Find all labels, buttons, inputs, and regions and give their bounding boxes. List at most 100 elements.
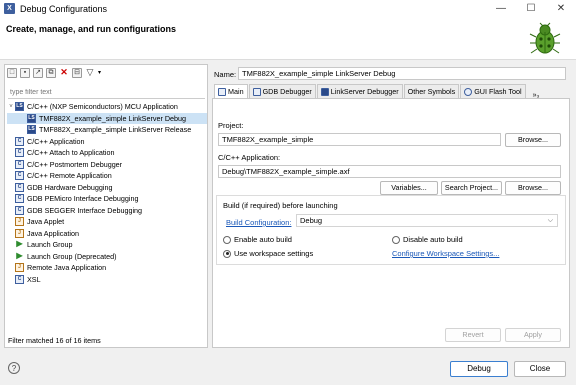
tree-item[interactable]: C C/C++ Remote Application xyxy=(7,170,207,182)
dialog-header: Create, manage, and run configurations xyxy=(0,18,576,60)
window-title: Debug Configurations xyxy=(20,4,108,14)
linkserver-tab-icon xyxy=(320,87,329,96)
use-workspace-settings-radio[interactable]: Use workspace settings xyxy=(223,249,313,258)
launch-config-type-icon: ▶ xyxy=(16,250,23,260)
tab-overflow-button[interactable]: »₃ xyxy=(533,84,540,99)
duplicate-icon[interactable]: ⧉ xyxy=(46,67,56,78)
name-label: Name: xyxy=(214,70,237,79)
tree-item[interactable]: C GDB Hardware Debugging xyxy=(7,182,207,194)
tree-item[interactable]: C C/C++ Attach to Application xyxy=(7,147,207,159)
tab-gdb-debugger[interactable]: GDB Debugger xyxy=(248,84,316,98)
export-icon[interactable]: ↗ xyxy=(33,67,43,78)
enable-auto-build-radio[interactable]: Enable auto build xyxy=(223,235,292,244)
project-field[interactable]: TMF882X_example_simple xyxy=(218,133,501,146)
tree-item-label: C/C++ Attach to Application xyxy=(27,148,115,158)
tree-item[interactable]: ˅ LS C/C++ (NXP Semiconductors) MCU Applic… xyxy=(7,101,207,113)
new-prototype-icon[interactable]: ▪ xyxy=(20,67,30,78)
tree-item[interactable]: C GDB SEGGER Interface Debugging xyxy=(7,205,207,217)
tree-item-label: C/C++ Remote Application xyxy=(27,171,112,181)
build-configuration-select[interactable]: Debug ⌵ xyxy=(296,214,558,227)
tree-item[interactable]: J Remote Java Application xyxy=(7,262,207,274)
tree-item[interactable]: LS TMF882X_example_simple LinkServer Debu… xyxy=(7,112,207,124)
java-config-type-icon: J xyxy=(15,217,24,227)
tree-item-label: C/C++ Postmortem Debugger xyxy=(27,159,123,169)
tree-item[interactable]: ▶ Launch Group (Deprecated) xyxy=(7,251,207,263)
config-tabs: Main GDB Debugger LinkServer Debugger Ot… xyxy=(214,84,566,99)
tab-linkserver-label: LinkServer Debugger xyxy=(330,87,399,96)
tab-main-label: Main xyxy=(228,87,244,96)
tree-item-label: GDB PEMicro Interface Debugging xyxy=(27,194,139,204)
tree-item-label: TMF882X_example_simple LinkServer Releas… xyxy=(39,125,192,135)
filter-status: Filter matched 16 of 16 items xyxy=(8,336,101,345)
tree-item-label: GDB Hardware Debugging xyxy=(27,182,113,192)
view-menu-chevron-icon[interactable]: ▾ xyxy=(98,69,101,76)
c-config-type-icon: C xyxy=(15,159,24,169)
tree-item-label: TMF882X_example_simple LinkServer Debug xyxy=(39,113,187,123)
minimize-button[interactable]: — xyxy=(486,0,516,18)
tree-item[interactable]: C C/C++ Postmortem Debugger xyxy=(7,159,207,171)
configure-workspace-link[interactable]: Configure Workspace Settings... xyxy=(392,249,499,258)
tree-item-label: XSL xyxy=(27,274,41,284)
close-window-button[interactable]: ✕ xyxy=(546,0,576,18)
c-config-type-icon: C xyxy=(15,194,24,204)
tab-gui-flash-tool[interactable]: GUI Flash Tool xyxy=(460,84,526,98)
tab-other-symbols[interactable]: Other Symbols xyxy=(403,84,460,98)
apply-button[interactable]: Apply xyxy=(505,328,561,342)
tree-toolbar: □ ▪ ↗ ⧉ ✕ ⊟ ▽ ▾ xyxy=(5,65,207,80)
tab-main[interactable]: Main xyxy=(214,84,248,98)
c-config-type-icon: C xyxy=(15,171,24,181)
build-configuration-link[interactable]: Build Configuration: xyxy=(226,218,291,227)
tree-item-label: Java Applet xyxy=(27,217,65,227)
name-field[interactable]: TMF882X_example_simple LinkServer Debug xyxy=(238,67,566,80)
main-tab-panel: Project: TMF882X_example_simple Browse..… xyxy=(212,98,570,348)
disable-auto-build-radio[interactable]: Disable auto build xyxy=(392,235,463,244)
filter-input[interactable] xyxy=(8,87,205,99)
debug-button[interactable]: Debug xyxy=(450,361,508,377)
main-tab-icon xyxy=(218,87,226,96)
browse-application-button[interactable]: Browse... xyxy=(505,181,561,195)
debug-bug-icon xyxy=(529,22,561,54)
tree-item-label: Launch Group (Deprecated) xyxy=(27,251,117,261)
ls-config-type-icon: LS xyxy=(27,125,36,135)
close-button[interactable]: Close xyxy=(514,361,566,377)
c-config-type-icon: C xyxy=(15,274,24,284)
tab-linkserver-debugger[interactable]: LinkServer Debugger xyxy=(316,84,403,98)
c-config-type-icon: C xyxy=(15,148,24,158)
delete-icon[interactable]: ✕ xyxy=(59,67,69,78)
build-group: Build (if required) before launching Bui… xyxy=(216,195,566,265)
tab-gdb-label: GDB Debugger xyxy=(262,87,312,96)
tree-item[interactable]: J Java Applet xyxy=(7,216,207,228)
tree-item[interactable]: ▶ Launch Group xyxy=(7,239,207,251)
tab-gui-flash-label: GUI Flash Tool xyxy=(474,87,522,96)
disable-auto-build-label: Disable auto build xyxy=(403,235,463,244)
java-config-type-icon: J xyxy=(15,228,24,238)
tree-item-label: Remote Java Application xyxy=(27,263,107,273)
filter-icon[interactable]: ▽ xyxy=(85,67,95,78)
application-field[interactable]: Debug\TMF882X_example_simple.axf xyxy=(218,165,561,178)
c-config-type-icon: C xyxy=(15,136,24,146)
tree-item[interactable]: LS TMF882X_example_simple LinkServer Rele… xyxy=(7,124,207,136)
tree-item[interactable]: J Java Application xyxy=(7,228,207,240)
ls-config-type-icon: LS xyxy=(27,113,36,123)
variables-button[interactable]: Variables... xyxy=(380,181,438,195)
application-label: C/C++ Application: xyxy=(218,153,281,162)
maximize-button[interactable]: ☐ xyxy=(516,0,546,18)
c-config-type-icon: C xyxy=(15,182,24,192)
configuration-tree-pane: □ ▪ ↗ ⧉ ✕ ⊟ ▽ ▾ ˅LSC/C++ (NXP Semiconduc… xyxy=(4,64,208,348)
search-project-button[interactable]: Search Project... xyxy=(441,181,502,195)
collapse-all-icon[interactable]: ⊟ xyxy=(72,67,82,78)
tree-item-label: Java Application xyxy=(27,228,79,238)
new-config-icon[interactable]: □ xyxy=(7,67,17,78)
browse-project-button[interactable]: Browse... xyxy=(505,133,561,147)
flash-tab-icon xyxy=(464,87,473,96)
tree-item[interactable]: C XSL xyxy=(7,274,207,286)
tree-item-label: Launch Group xyxy=(27,240,73,250)
chevron-down-icon[interactable]: ˅ xyxy=(7,104,15,110)
project-label: Project: xyxy=(218,121,244,130)
chevron-down-icon: ⌵ xyxy=(547,217,553,224)
tree-item[interactable]: C GDB PEMicro Interface Debugging xyxy=(7,193,207,205)
revert-button[interactable]: Revert xyxy=(445,328,501,342)
tree-item[interactable]: C C/C++ Application xyxy=(7,136,207,148)
ls-config-type-icon: LS xyxy=(15,102,24,112)
help-icon[interactable]: ? xyxy=(8,362,20,374)
